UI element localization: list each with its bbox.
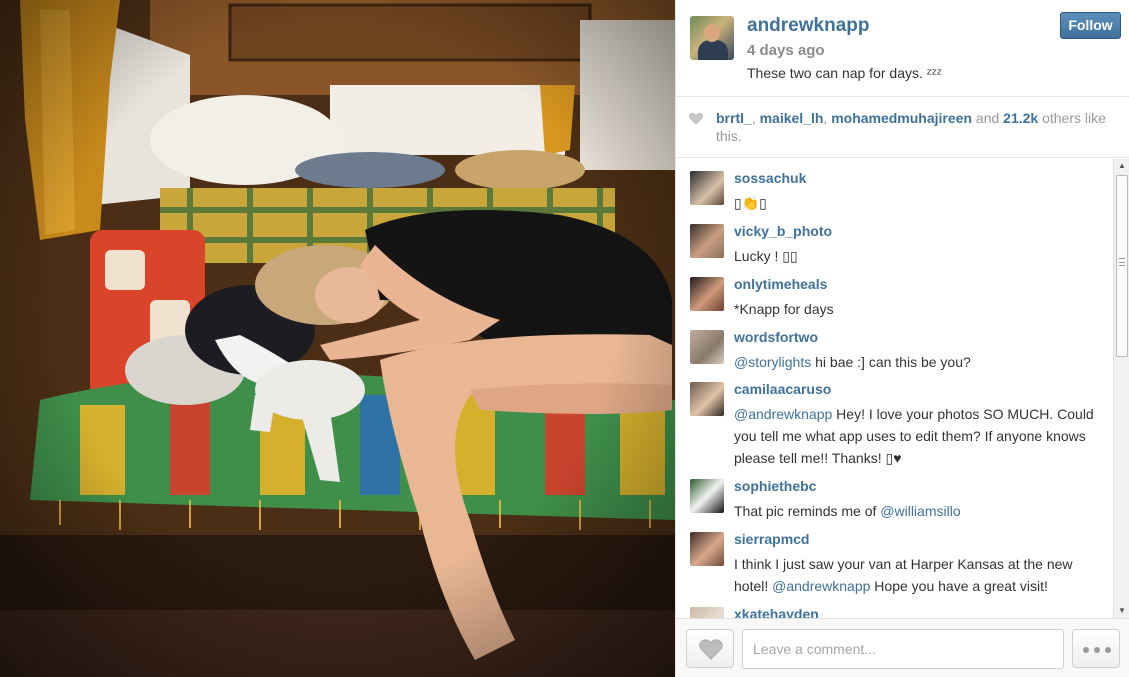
- scroll-down-arrow-icon[interactable]: ▼: [1114, 604, 1129, 618]
- liker-link[interactable]: maikel_lh: [760, 110, 824, 126]
- comment-text: That pic reminds me of @williamsillo: [734, 500, 1106, 522]
- commenter-avatar[interactable]: [690, 171, 724, 205]
- comments-scrollbar[interactable]: ▲ ▼: [1113, 159, 1129, 618]
- photo-illustration: [0, 0, 675, 677]
- comment-text: ▯👏▯: [734, 192, 1106, 214]
- comment-text-segment: Hope you have a great visit!: [870, 578, 1048, 594]
- commenter-username[interactable]: sierrapmcd: [734, 531, 809, 547]
- author-avatar[interactable]: [690, 16, 734, 60]
- likes-count-link[interactable]: 21.2k: [1003, 110, 1038, 126]
- commenter-username[interactable]: sossachuk: [734, 170, 806, 186]
- comment-text-segment: hi bae :] can this be you?: [811, 354, 971, 370]
- post-caption: These two can nap for days. ᶻᶻᶻ: [747, 65, 942, 81]
- heart-icon: [699, 639, 723, 660]
- comment-input[interactable]: [742, 629, 1064, 669]
- post-header: andrewknapp 4 days ago These two can nap…: [676, 0, 1129, 97]
- post-details-panel: andrewknapp 4 days ago These two can nap…: [675, 0, 1129, 677]
- commenter-username[interactable]: onlytimeheals: [734, 276, 827, 292]
- commenter-avatar[interactable]: [690, 607, 724, 618]
- commenter-username[interactable]: xkatehayden: [734, 606, 819, 618]
- post-timestamp[interactable]: 4 days ago: [747, 42, 825, 59]
- commenter-avatar[interactable]: [690, 277, 724, 311]
- mention-link[interactable]: @williamsillo: [880, 503, 960, 519]
- commenter-username[interactable]: camilaacaruso: [734, 381, 831, 397]
- ellipsis-icon: [1105, 647, 1111, 653]
- heart-icon: [688, 112, 704, 125]
- mention-link[interactable]: @andrewknapp: [734, 406, 832, 422]
- scroll-up-arrow-icon[interactable]: ▲: [1114, 159, 1129, 173]
- liker-link[interactable]: brrtl_: [716, 110, 752, 126]
- likes-text: brrtl_, maikel_lh, mohamedmuhajireen and…: [716, 109, 1116, 145]
- commenter-username[interactable]: vicky_b_photo: [734, 223, 832, 239]
- comment-text-segment: ▯👏▯: [734, 195, 767, 211]
- comment-text: I think I just saw your van at Harper Ka…: [734, 553, 1106, 597]
- more-options-button[interactable]: [1072, 629, 1120, 668]
- follow-button[interactable]: Follow: [1060, 12, 1121, 39]
- mention-link[interactable]: @storylights: [734, 354, 811, 370]
- commenter-avatar[interactable]: [690, 330, 724, 364]
- ellipsis-icon: [1083, 647, 1089, 653]
- commenter-username[interactable]: wordsfortwo: [734, 329, 818, 345]
- commenter-avatar[interactable]: [690, 532, 724, 566]
- likes-conjunction: and: [972, 110, 1004, 126]
- ellipsis-icon: [1094, 647, 1100, 653]
- comment-text: @andrewknapp Hey! I love your photos SO …: [734, 403, 1106, 469]
- commenter-avatar[interactable]: [690, 224, 724, 258]
- scrollbar-thumb[interactable]: [1116, 175, 1128, 357]
- comment-bar: [676, 618, 1129, 677]
- like-button[interactable]: [686, 629, 734, 668]
- post-photo[interactable]: [0, 0, 675, 677]
- commenter-avatar[interactable]: [690, 479, 724, 513]
- comment-text-segment: Lucky ! ▯▯: [734, 248, 798, 264]
- commenter-username[interactable]: sophiethebc: [734, 478, 816, 494]
- comment-text: *Knapp for days: [734, 298, 1106, 320]
- author-username[interactable]: andrewknapp: [747, 15, 869, 37]
- comment-item: camilaacaruso @andrewknapp Hey! I love yo…: [676, 370, 1113, 470]
- commenter-avatar[interactable]: [690, 382, 724, 416]
- comment-item: xkatehayden: [676, 595, 1113, 618]
- likes-summary: brrtl_, maikel_lh, mohamedmuhajireen and…: [676, 97, 1129, 158]
- liker-link[interactable]: mohamedmuhajireen: [831, 110, 972, 126]
- likes-separator: ,: [751, 110, 760, 126]
- comment-text-segment: *Knapp for days: [734, 301, 834, 317]
- comment-text: Lucky ! ▯▯: [734, 245, 1106, 267]
- comment-text-segment: That pic reminds me of: [734, 503, 881, 519]
- mention-link[interactable]: @andrewknapp: [772, 578, 870, 594]
- comments-list[interactable]: sossachuk ▯👏▯ vicky_b_photo Lucky ! ▯▯ onlyt…: [676, 159, 1113, 618]
